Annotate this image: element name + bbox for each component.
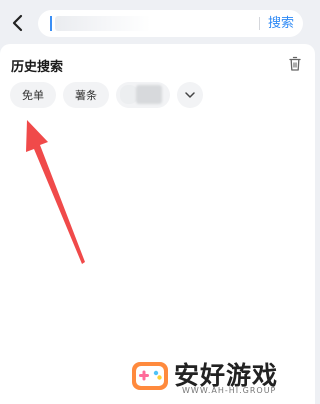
- annotation-arrow: [26, 120, 85, 264]
- watermark-url: WWW.AH-HI.GROUP: [182, 386, 277, 395]
- gamepad-logo-icon: [132, 362, 168, 390]
- watermark: 安好游戏 WWW.AH-HI.GROUP: [130, 354, 310, 400]
